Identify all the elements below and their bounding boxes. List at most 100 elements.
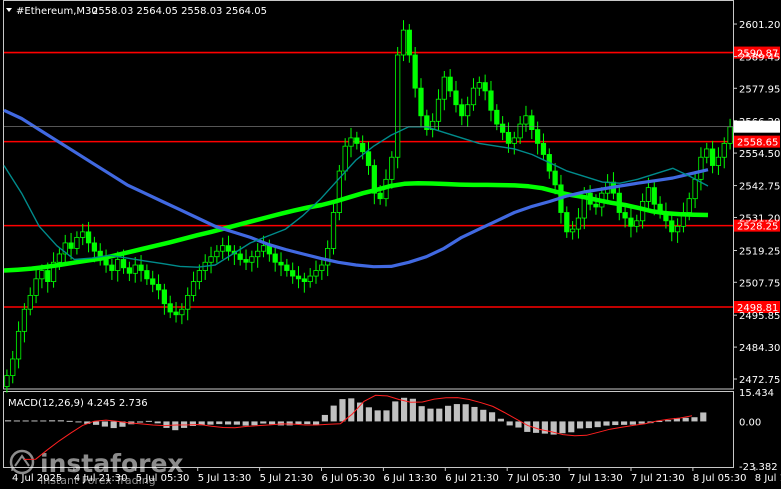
candle-body-41 [243, 259, 249, 263]
candle-body-46 [272, 253, 278, 263]
macd-bar-67 [594, 421, 601, 428]
candle-body-35 [208, 256, 214, 263]
macd-bar-18 [163, 421, 170, 428]
candle-body-90 [529, 115, 535, 130]
candle-body-97 [570, 228, 576, 233]
candle-body-19 [115, 259, 121, 271]
candle-body-59 [348, 137, 354, 147]
candle-body-15 [91, 242, 98, 252]
macd-tick-label-1: 0.00 [739, 417, 761, 428]
moving-average-1 [3, 108, 709, 269]
candle-body-53 [313, 270, 319, 277]
time-tick-label-3: 5 Jul 13:30 [198, 473, 252, 484]
time-tick-label-2: 5 Jul 05:30 [136, 473, 190, 484]
macd-bar-4 [40, 420, 47, 422]
candle-body-20 [120, 259, 127, 269]
candle-body-118 [692, 178, 698, 200]
time-tick-label-1: 4 Jul 21:30 [74, 473, 128, 484]
price-tick-label-7: 2519.25 [739, 247, 780, 258]
candle-body-12 [74, 236, 80, 249]
candle-body-42 [249, 256, 255, 263]
macd-bar-3 [31, 420, 38, 422]
candle-body-123 [721, 143, 727, 158]
candle-body-43 [255, 250, 261, 258]
candle-body-119 [698, 156, 704, 180]
macd-bar-65 [577, 421, 584, 429]
macd-bar-72 [638, 421, 645, 424]
candle-body-110 [645, 187, 652, 202]
candle-body-79 [465, 104, 471, 117]
macd-bar-71 [629, 421, 636, 425]
candle-body-5 [33, 278, 39, 296]
candle-body-38 [225, 245, 232, 252]
macd-bar-8 [75, 421, 82, 423]
candle-body-47 [278, 261, 284, 266]
candle-body-50 [295, 275, 302, 280]
candle-body-32 [190, 281, 197, 296]
macd-bar-68 [603, 421, 610, 426]
candle-body-49 [290, 270, 296, 277]
ohlc-label: 2558.03 2564.05 2558.03 2564.05 [92, 6, 267, 17]
candle-body-87 [511, 137, 517, 144]
time-tick-label-4: 5 Jul 21:30 [260, 473, 314, 484]
candle-body-92 [540, 143, 547, 155]
candle-body-68 [400, 29, 407, 56]
candle-body-36 [214, 250, 220, 258]
macd-bar-29 [260, 421, 267, 424]
macd-bar-2 [22, 420, 29, 422]
macd-bar-11 [101, 421, 108, 427]
macd-bar-30 [269, 421, 276, 425]
macd-bar-25 [225, 421, 232, 425]
macd-bar-48 [427, 408, 434, 422]
candle-body-86 [505, 131, 512, 144]
candle-body-31 [185, 295, 191, 310]
candle-body-22 [132, 264, 138, 274]
candle-body-69 [406, 29, 412, 56]
candle-body-60 [354, 137, 360, 144]
candle-body-84 [494, 109, 500, 125]
macd-bar-52 [462, 404, 469, 422]
candle-body-66 [389, 156, 395, 180]
time-tick-label-6: 6 Jul 13:30 [383, 473, 437, 484]
time-tick-label-7: 6 Jul 21:30 [445, 473, 499, 484]
candle-body-122 [715, 156, 722, 166]
current-price-label: 2564.05 [737, 123, 778, 134]
candle-body-85 [500, 123, 506, 133]
candle-body-40 [237, 253, 243, 260]
price-tick-label-0: 2601.20 [739, 20, 780, 31]
macd-bar-44 [392, 401, 399, 422]
macd-bar-50 [445, 405, 452, 422]
time-tick-label-8: 7 Jul 05:30 [507, 473, 561, 484]
candle-body-111 [651, 187, 657, 205]
candle-body-1 [10, 358, 16, 376]
macd-bar-49 [436, 408, 443, 422]
macd-bar-35 [313, 421, 320, 425]
candle-body-101 [593, 203, 599, 208]
price-chart[interactable]: instaforexInstant Forex Trading2590.8725… [0, 0, 781, 489]
macd-bar-42 [374, 410, 381, 422]
candle-body-94 [552, 170, 558, 186]
candle-body-121 [709, 148, 716, 166]
candle-body-28 [167, 303, 173, 313]
macd-bar-1 [13, 420, 20, 422]
macd-bar-24 [216, 421, 223, 425]
candle-body-33 [196, 270, 202, 282]
candle-body-115 [674, 225, 681, 233]
candle-body-61 [360, 143, 366, 153]
macd-bar-70 [621, 421, 628, 425]
macd-bar-7 [66, 420, 73, 422]
candle-body-70 [412, 54, 418, 89]
candle-body-48 [284, 264, 290, 271]
candle-body-55 [325, 248, 331, 266]
candle-body-75 [441, 76, 447, 100]
price-tick-label-5: 2542.75 [739, 182, 780, 193]
candle-body-67 [395, 54, 401, 158]
macd-bar-64 [568, 421, 575, 433]
candle-body-27 [161, 289, 167, 305]
candle-body-64 [377, 192, 383, 200]
candle-body-14 [85, 231, 92, 244]
candle-body-114 [669, 220, 675, 233]
time-tick-label-12: 8 Jul 13:30 [755, 473, 781, 484]
candle-body-107 [628, 217, 634, 227]
candle-body-74 [435, 98, 442, 122]
